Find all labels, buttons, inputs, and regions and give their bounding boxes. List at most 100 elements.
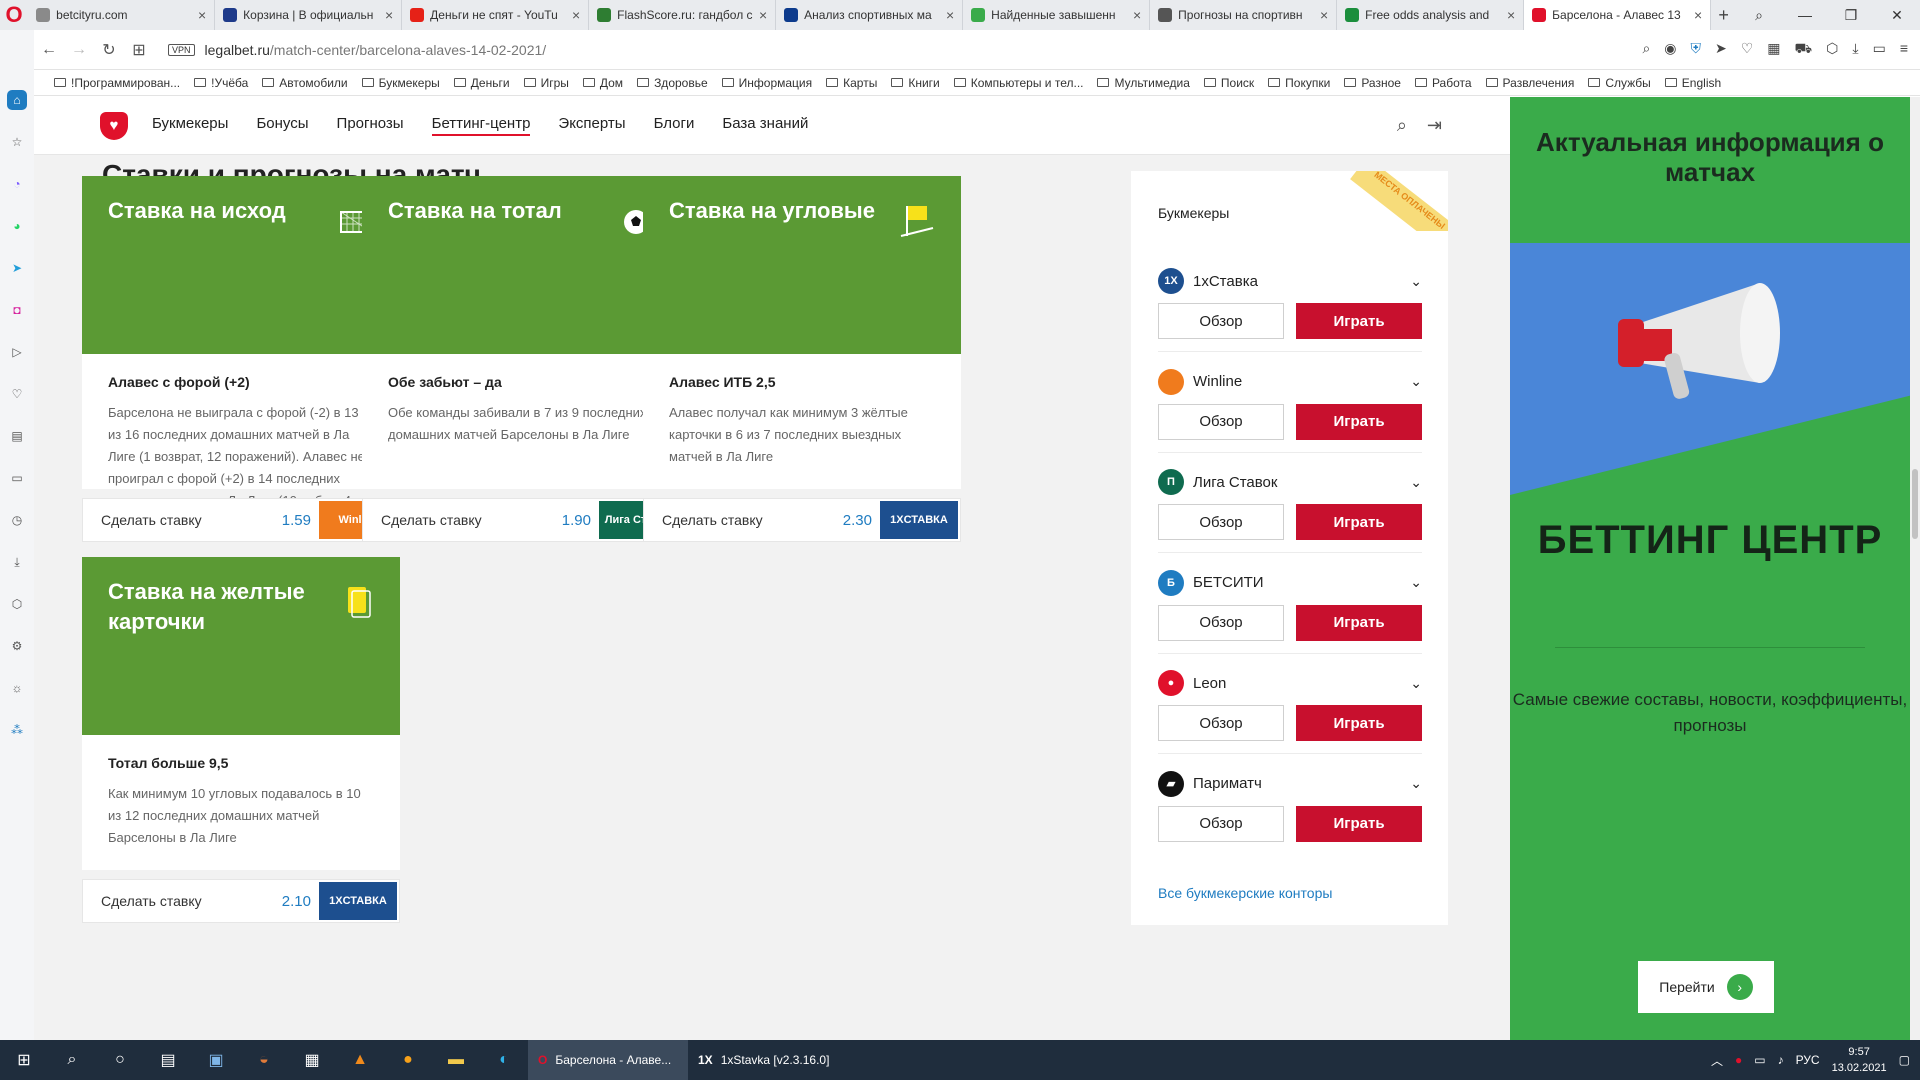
browser-tab[interactable]: Корзина | В официальн × <box>215 0 403 30</box>
vpn-badge[interactable]: VPN <box>168 43 195 56</box>
place-bet-row[interactable]: Сделать ставку 2.30 1XСТАВКА <box>643 498 961 542</box>
bookmark-folder[interactable]: Разное <box>1344 76 1401 90</box>
box-icon[interactable]: ⬡ <box>1826 40 1838 59</box>
settings-icon[interactable]: ⚙ <box>7 636 27 656</box>
heart-icon[interactable]: ♡ <box>1741 40 1754 59</box>
bookmaker-header[interactable]: Winline ⌄ <box>1158 368 1422 396</box>
bookmark-folder[interactable]: Игры <box>523 76 569 90</box>
translate-icon[interactable]: ⁂ <box>7 720 27 740</box>
bookmark-folder[interactable]: Дом <box>582 76 623 90</box>
bookmark-folder[interactable]: Поиск <box>1203 76 1254 90</box>
send-icon[interactable]: ➤ <box>1715 40 1727 59</box>
calculator-icon[interactable]: ▦ <box>288 1040 336 1080</box>
tips-icon[interactable]: ☼ <box>7 678 27 698</box>
bookmark-folder[interactable]: Мультимедиа <box>1097 76 1190 90</box>
bookmark-folder[interactable]: Развлечения <box>1485 76 1574 90</box>
home-icon[interactable]: ⌂ <box>7 90 27 110</box>
place-bet-row[interactable]: Сделать ставку 1.90 Лига Ставок <box>362 498 680 542</box>
search-icon[interactable]: ⌕ <box>1397 115 1407 136</box>
login-icon[interactable]: ⇥ <box>1427 115 1442 136</box>
site-nav-item[interactable]: Блоги <box>654 115 695 136</box>
bookmaker-header[interactable]: 1X 1xСтавка ⌄ <box>1158 267 1422 295</box>
review-button[interactable]: Обзор <box>1158 705 1284 741</box>
bookmaker-header[interactable]: П Лига Ставок ⌄ <box>1158 468 1422 496</box>
browser-tab[interactable]: Барселона - Алавес 13 × <box>1524 0 1712 30</box>
chevron-down-icon[interactable]: ⌄ <box>1410 574 1422 591</box>
site-nav-item[interactable]: Эксперты <box>558 115 625 136</box>
bookmark-folder[interactable]: Компьютеры и тел... <box>953 76 1083 90</box>
bookmark-folder[interactable]: Букмекеры <box>361 76 440 90</box>
cart-icon[interactable]: ⛟ <box>1795 40 1813 59</box>
review-button[interactable]: Обзор <box>1158 604 1284 641</box>
menu-icon[interactable]: ≡ <box>1900 40 1908 59</box>
task-view-icon[interactable]: ▤ <box>144 1040 192 1080</box>
reload-button[interactable]: ↻ <box>94 40 124 60</box>
firefox-icon[interactable]: ● <box>384 1040 432 1080</box>
bookmark-folder[interactable]: Здоровье <box>637 76 708 90</box>
place-bet-row[interactable]: Сделать ставку 1.59 Winline <box>82 498 400 542</box>
star-icon[interactable]: ☆ <box>7 132 27 152</box>
close-tab-icon[interactable]: × <box>1507 7 1515 23</box>
close-window-button[interactable]: ✕ <box>1874 0 1920 30</box>
chevron-down-icon[interactable]: ⌄ <box>1410 775 1422 792</box>
cortana-icon[interactable]: ○ <box>96 1040 144 1080</box>
search-icon[interactable]: ⌕ <box>48 1040 96 1080</box>
extension-icon[interactable]: ▦ <box>1767 40 1780 59</box>
history-icon[interactable]: ◷ <box>7 510 27 530</box>
bookmark-folder[interactable]: Покупки <box>1268 76 1330 90</box>
close-tab-icon[interactable]: × <box>572 7 580 23</box>
back-button[interactable]: ← <box>34 41 64 59</box>
browser-tab[interactable]: Прогнозы на спортивн × <box>1150 0 1338 30</box>
app-icon[interactable]: ▣ <box>192 1040 240 1080</box>
chevron-up-icon[interactable]: ︿ <box>1711 1052 1723 1069</box>
bookmark-folder[interactable]: !Учёба <box>194 76 248 90</box>
edge-icon[interactable]: ◐ <box>480 1040 528 1080</box>
url-field[interactable]: legalbet.ru/match-center/barcelona-alave… <box>205 42 547 58</box>
search-tabs-icon[interactable]: ⌕ <box>1736 0 1782 30</box>
search-icon[interactable]: ⌕ <box>1642 40 1650 59</box>
bookmark-folder[interactable]: Информация <box>721 76 812 90</box>
bookmark-folder[interactable]: Деньги <box>453 76 510 90</box>
forward-button[interactable]: → <box>64 41 94 59</box>
site-nav-item[interactable]: Прогнозы <box>337 115 404 136</box>
notifications-icon[interactable]: ▢ <box>1899 1053 1910 1067</box>
site-nav-item[interactable]: База знаний <box>722 115 808 136</box>
bookmaker-badge[interactable]: 1XСТАВКА <box>880 501 958 539</box>
tabs-icon[interactable]: ▭ <box>7 468 27 488</box>
play-button[interactable]: Играть <box>1296 303 1422 339</box>
play-button[interactable]: Играть <box>1296 504 1422 540</box>
place-bet-row[interactable]: Сделать ставку 2.10 1XСТАВКА <box>82 879 400 923</box>
opera-tray-icon[interactable]: ● <box>1735 1053 1742 1067</box>
extensions-icon[interactable]: ⬡ <box>7 594 27 614</box>
scrollbar-thumb[interactable] <box>1912 469 1918 539</box>
review-button[interactable]: Обзор <box>1158 805 1284 842</box>
bookmaker-badge[interactable]: 1XСТАВКА <box>319 882 397 920</box>
all-bookmakers-link[interactable]: Все букмекерские конторы <box>1158 885 1332 901</box>
app-icon[interactable]: ◒ <box>240 1040 288 1080</box>
browser-tab[interactable]: Деньги не спят - YouTu × <box>402 0 590 30</box>
telegram-icon[interactable]: ➤ <box>7 258 27 278</box>
browser-tab[interactable]: Найденные завышенн × <box>963 0 1151 30</box>
bookmark-folder[interactable]: Работа <box>1414 76 1472 90</box>
vlc-icon[interactable]: ▲ <box>336 1040 384 1080</box>
explorer-icon[interactable]: ▬ <box>432 1040 480 1080</box>
shield-icon[interactable]: ⛨ <box>1691 40 1702 59</box>
browser-tab[interactable]: Free odds analysis and × <box>1337 0 1525 30</box>
battery-icon[interactable]: ▭ <box>1873 40 1886 59</box>
close-tab-icon[interactable]: × <box>1320 7 1328 23</box>
messenger-icon[interactable]: ◔ <box>7 174 27 194</box>
play-button[interactable]: Играть <box>1296 805 1422 842</box>
chevron-down-icon[interactable]: ⌄ <box>1410 373 1422 390</box>
close-tab-icon[interactable]: × <box>198 7 206 23</box>
browser-tab[interactable]: Анализ спортивных ма × <box>776 0 964 30</box>
instagram-icon[interactable]: ◘ <box>7 300 27 320</box>
close-tab-icon[interactable]: × <box>1694 7 1702 23</box>
bookmark-folder[interactable]: !Программирован... <box>54 76 180 90</box>
bookmaker-header[interactable]: Б БЕТСИТИ ⌄ <box>1158 569 1422 597</box>
close-tab-icon[interactable]: × <box>759 7 767 23</box>
play-button[interactable]: Играть <box>1296 403 1422 440</box>
ad-go-button[interactable]: Перейти › <box>1638 961 1774 1013</box>
volume-icon[interactable]: ♪ <box>1778 1053 1784 1067</box>
play-button[interactable]: Играть <box>1296 705 1422 741</box>
play-button[interactable]: Играть <box>1296 604 1422 641</box>
